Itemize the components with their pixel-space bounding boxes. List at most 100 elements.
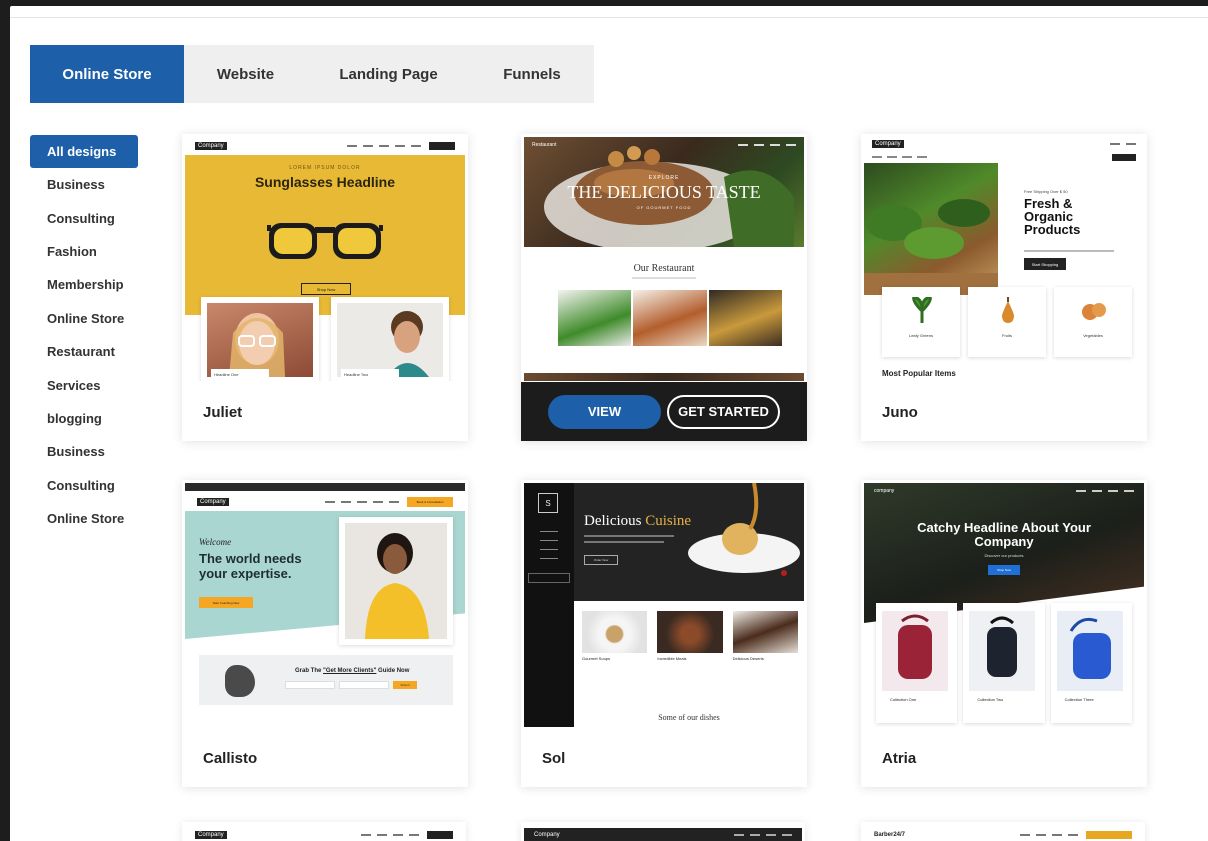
dessert-image [732,611,798,653]
template-name: Juliet [203,404,243,421]
thumb-headline: Fresh & Organic Products [1024,196,1081,237]
thumb-nav-button [429,142,455,150]
template-card-juno[interactable]: Company Free Shipping Over $ 50 Fresh & … [861,134,1147,441]
tart-image [708,290,782,346]
template-thumbnail: company Catchy Headline About Your Compa… [864,483,1144,727]
leaf-icon [912,297,932,323]
thumb-text-line [584,535,674,537]
thumb-cta-prefix: Grab The [295,668,324,674]
thumb-cta-suffix: Guide Now [376,668,410,674]
sidebar-item-services[interactable]: Services [30,368,140,401]
thumb-lead-box: Grab The "Get More Clients" Guide Now Su… [199,655,453,705]
sidebar-item-consulting[interactable]: Consulting [30,201,140,234]
sidebar-item-consulting-2[interactable]: Consulting [30,469,140,502]
thumb-dish-label: Delicious Deserts [732,656,764,661]
thumb-nav-links [347,145,421,147]
thumb-headline: THE DELICIOUS TASTE [567,182,761,202]
category-tabs: Online Store Website Landing Page Funnel… [30,45,594,103]
meal-image [657,611,723,653]
template-thumbnail: Company Book A Consultation Welcome The … [185,483,465,727]
thumb-headline: Catchy Headline About Your Company [917,520,1091,549]
thumb-nav-links [325,501,399,503]
thumb-category-label: Fruits [1002,333,1012,338]
template-name: Callisto [203,750,258,767]
thumb-logo: Barber24/7 [874,832,906,838]
thumb-kicker: EXPLORE [648,175,680,181]
template-card-atria[interactable]: company Catchy Headline About Your Compa… [861,480,1147,787]
template-card-sol[interactable]: S Delicious Cuisine Order Now Gourmet So… [521,480,807,787]
card-hover-actions: VIEW GET STARTED [521,382,807,441]
thumb-collection-label: Collection Two [977,697,1004,702]
template-thumbnail: S Delicious Cuisine Order Now Gourmet So… [524,483,804,727]
bag-image [969,611,1036,691]
tab-landing-page[interactable]: Landing Page [307,45,470,103]
thumb-collection-card: Collection One [876,603,958,723]
onion-icon [1082,303,1106,320]
sidebar-item-membership[interactable]: Membership [30,268,140,301]
thumb-divider [632,277,696,279]
template-card-peek-1[interactable]: Company [182,822,466,841]
salad-image [558,290,632,346]
thumb-category-card: Vegetables [1054,287,1132,357]
pear-icon [1002,297,1014,323]
thumb-dish-label: Incredible Meals [657,656,687,661]
thumb-headline-1: The world needs [199,551,302,566]
sidebar-item-restaurant[interactable]: Restaurant [30,335,140,368]
thumb-logo: Company [197,498,229,506]
thumb-dish: Delicious Deserts [732,611,798,691]
tab-online-store[interactable]: Online Store [30,45,184,103]
sidebar-item-all-designs[interactable]: All designs [30,135,138,168]
thumb-photo-frame [339,517,453,645]
view-button[interactable]: VIEW [548,394,661,429]
thumb-coaching-button: Start Coaching Now [199,597,253,608]
template-card-juliet[interactable]: Company LOREM IPSUM DOLOR Sunglasses Hea… [182,134,468,441]
thumb-dish-row: Gourmet Soups Incredible Meals Delicious… [582,611,798,691]
thumb-eyebrow: Free Shipping Over $ 50 [1024,189,1068,194]
thumb-submit: Submit [393,681,417,689]
thumb-tagline: LOREM IPSUM DOLOR [289,165,361,171]
sidebar-item-business[interactable]: Business [30,168,140,201]
sidebar-item-blogging[interactable]: blogging [30,402,140,435]
template-card-restaurant[interactable]: Restaurant EXPLORE THE DELICIOUS TASTE O… [521,134,807,441]
thumb-nav-links [1020,834,1078,836]
thumb-nav-button [1086,831,1132,839]
sidebar-item-online-store-2[interactable]: Online Store [30,502,140,535]
sidebar-item-fashion[interactable]: Fashion [30,235,140,268]
thumb-category-label: Leafy Greens [908,333,933,338]
thumb-input [285,681,335,689]
thumb-logo: company [874,488,895,494]
thumb-section-title: Some of our dishes [658,713,720,722]
bag-image [1056,611,1123,691]
thumb-side-links [540,531,558,571]
thumb-collection-row: Collection One Collection Two Collection… [876,603,1132,723]
thumb-gallery [558,290,782,346]
thumb-nav: Company [864,137,1144,151]
template-card-peek-3[interactable]: Barber24/7 [861,822,1145,841]
person-icon [387,311,429,377]
get-started-button[interactable]: GET STARTED [667,394,780,429]
backpack-icon [987,616,1018,677]
page: Online Store Website Landing Page Funnel… [10,6,1208,841]
thumb-text-line [1024,250,1114,252]
person-icon [365,533,429,639]
bag-image [882,611,948,691]
thumb-item-label: Headline Two [341,369,399,381]
thumb-cta-link: "Get More Clients" [323,668,377,674]
template-card-callisto[interactable]: Company Book A Consultation Welcome The … [182,480,468,787]
thumb-shop-button: Start Shopping [1024,258,1066,270]
template-card-peek-2[interactable]: Company [521,822,805,841]
thumb-shop-button: Shop Now [301,283,351,295]
person-icon [229,313,285,377]
sidebar-item-online-store[interactable]: Online Store [30,302,140,335]
thumb-logo: S [538,493,558,513]
thumb-topbar [185,483,465,491]
thumb-nav-links [738,144,796,146]
sidebar-item-business-2[interactable]: Business [30,435,140,468]
dessert-plate-icon [688,483,800,576]
template-name: Sol [542,750,566,767]
tab-funnels[interactable]: Funnels [470,45,594,103]
thumb-book-icon [225,665,255,697]
thumb-input [339,681,389,689]
thumb-nav: Company [185,828,463,841]
tab-website[interactable]: Website [184,45,307,103]
